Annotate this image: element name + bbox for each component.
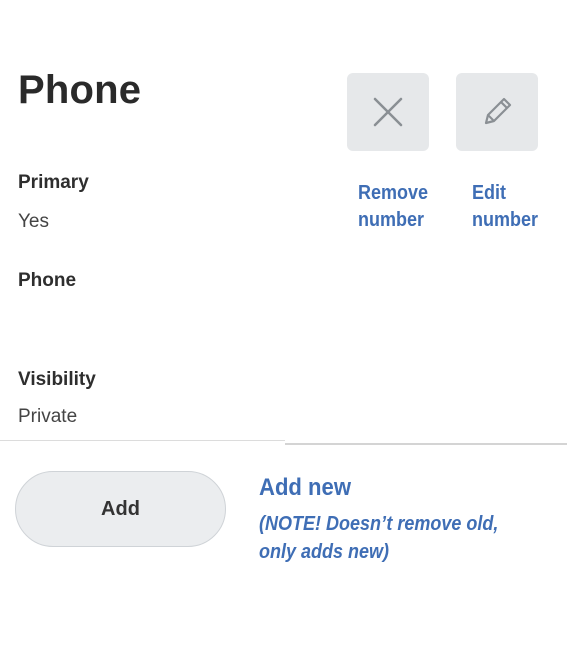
remove-number-annotation: Remove number [358, 180, 428, 234]
primary-value: Yes [18, 211, 49, 232]
visibility-label: Visibility [18, 369, 96, 390]
annotation-line: only adds new) [259, 541, 390, 563]
annotation-line: (NOTE! Doesn’t remove old, [259, 513, 499, 535]
annotation-line: number [472, 209, 539, 231]
divider-right [285, 443, 567, 445]
annotation-line: Remove [358, 182, 429, 204]
phone-label: Phone [18, 270, 77, 291]
edit-number-annotation: Edit number [472, 180, 538, 234]
pencil-icon [484, 97, 512, 125]
primary-label: Primary [18, 172, 89, 193]
remove-number-button[interactable] [347, 73, 429, 151]
visibility-value: Private [18, 406, 78, 427]
close-icon [373, 97, 403, 127]
section-title: Phone [18, 68, 142, 112]
annotation-line: Edit [472, 182, 507, 204]
edit-number-button[interactable] [456, 73, 538, 151]
add-new-annotation-title: Add new [259, 474, 351, 501]
divider-left [0, 440, 285, 441]
add-button[interactable]: Add [15, 471, 226, 547]
add-new-annotation-note: (NOTE! Doesn’t remove old, only adds new… [259, 510, 498, 566]
annotation-line: number [358, 209, 425, 231]
